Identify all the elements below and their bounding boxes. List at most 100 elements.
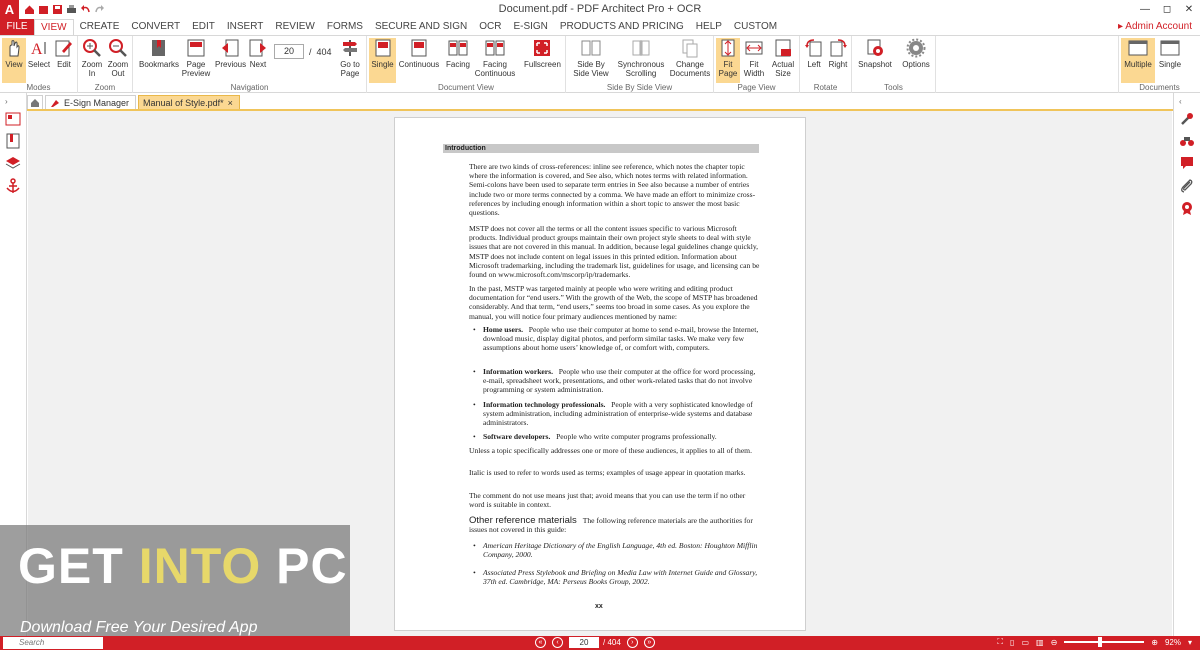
change-documents-button[interactable]: Change Documents	[669, 38, 711, 78]
zoom-in-small-icon[interactable]: ⊕	[1151, 638, 1158, 647]
group-documents: Multiple Single Documents	[1118, 36, 1200, 93]
zoom-out-button[interactable]: Zoom Out	[106, 38, 130, 78]
bookmarks-panel-icon[interactable]	[5, 133, 21, 149]
last-page-icon[interactable]: »	[643, 637, 655, 648]
single-page-button[interactable]: Single	[369, 38, 396, 83]
minimize-button[interactable]: —	[1134, 0, 1156, 19]
group-page-view: Fit Page Fit Width Actual Size Page View	[714, 36, 800, 93]
actual-size-icon	[775, 39, 791, 57]
comment-icon[interactable]	[1179, 155, 1195, 171]
multiple-documents-button[interactable]: Multiple	[1121, 38, 1155, 83]
tab-e-sign[interactable]: E-SIGN	[507, 19, 553, 35]
camera-icon	[867, 39, 883, 56]
print-icon[interactable]	[66, 4, 77, 15]
zoom-out-small-icon[interactable]: ⊖	[1051, 638, 1058, 647]
tab-view[interactable]: VIEW	[34, 19, 74, 35]
tab-review[interactable]: REVIEW	[269, 19, 320, 35]
status-page-total: / 404	[603, 638, 621, 647]
zoom-in-button[interactable]: Zoom In	[80, 38, 104, 78]
facing-continuous-button[interactable]: Facing Continuous	[474, 38, 516, 78]
anchor-icon[interactable]	[5, 178, 21, 194]
expand-right-icon[interactable]: ‹	[1179, 97, 1195, 106]
tab-file[interactable]: FILE	[0, 19, 34, 35]
page-number-input[interactable]: 20	[274, 44, 304, 59]
tab-insert[interactable]: INSERT	[221, 19, 270, 35]
bookmarks-button[interactable]: Bookmarks	[139, 38, 179, 69]
facing-button[interactable]: Facing	[443, 38, 473, 69]
synchronous-scrolling-button[interactable]: Synchronous Scrolling	[616, 38, 666, 78]
document-tabs: E-Sign Manager Manual of Style.pdf* ×	[27, 95, 1173, 111]
tools-wrench-icon[interactable]	[1179, 111, 1195, 127]
previous-button[interactable]: Previous	[215, 38, 246, 69]
prev-page-icon[interactable]: ‹	[552, 637, 563, 648]
tab-forms[interactable]: FORMS	[321, 19, 369, 35]
pdf-page[interactable]: Introduction There are two kinds of cros…	[394, 117, 806, 631]
tab-e-sign-manager[interactable]: E-Sign Manager	[45, 95, 137, 109]
open-icon[interactable]	[38, 4, 49, 15]
facing-small-icon[interactable]: ▥	[1036, 638, 1044, 647]
search-input[interactable]: Search	[3, 637, 103, 649]
next-page-icon[interactable]: ›	[626, 637, 638, 648]
status-page-input[interactable]: 20	[569, 637, 599, 648]
fit-width-button[interactable]: Fit Width	[742, 38, 766, 78]
zoom-slider[interactable]	[1064, 637, 1145, 647]
tab-label: Manual of Style.pdf*	[143, 97, 224, 108]
tab-help[interactable]: HELP	[690, 19, 728, 35]
next-button[interactable]: Next	[246, 38, 270, 69]
zoom-level[interactable]: 92%	[1165, 638, 1181, 647]
options-button[interactable]: Options	[900, 38, 932, 69]
tab-convert[interactable]: CONVERT	[125, 19, 186, 35]
undo-icon[interactable]	[80, 4, 91, 15]
fullscreen-icon	[534, 40, 550, 56]
rotate-left-button[interactable]: Left	[802, 38, 826, 69]
tab-secure-and-sign[interactable]: SECURE AND SIGN	[369, 19, 473, 35]
tab-create[interactable]: CREATE	[74, 19, 126, 35]
tab-custom[interactable]: CUSTOM	[728, 19, 783, 35]
close-button[interactable]: ✕	[1178, 0, 1200, 19]
tab-manual-of-style[interactable]: Manual of Style.pdf* ×	[138, 95, 240, 109]
view-mode-button[interactable]: View	[2, 38, 26, 83]
select-mode-button[interactable]: A Select	[27, 38, 51, 69]
page-preview-button[interactable]: Page Preview	[181, 38, 211, 78]
save-icon[interactable]	[52, 4, 63, 15]
home-tab[interactable]	[27, 95, 43, 109]
fullscreen-button[interactable]: Fullscreen	[524, 38, 561, 69]
fullscreen-small-icon[interactable]: ⛶	[997, 637, 1003, 647]
fit-page-small-icon[interactable]: ▯	[1010, 638, 1014, 647]
expand-left-icon[interactable]: ›	[5, 97, 21, 106]
group-label: Modes	[26, 83, 51, 92]
first-page-icon[interactable]: «	[535, 637, 546, 648]
tab-products-and-pricing[interactable]: PRODUCTS AND PRICING	[554, 19, 690, 35]
single-page-small-icon[interactable]: ▭	[1021, 638, 1029, 647]
actual-size-button[interactable]: Actual Size	[769, 38, 797, 78]
restore-button[interactable]: ◻	[1156, 0, 1178, 19]
page-navigator: 20 / 404	[274, 44, 332, 59]
edit-mode-button[interactable]: Edit	[52, 38, 76, 69]
thumbnails-icon[interactable]	[5, 111, 21, 127]
home-icon[interactable]	[24, 4, 35, 15]
single-document-button[interactable]: Single	[1157, 38, 1183, 69]
tab-ocr[interactable]: OCR	[473, 19, 507, 35]
continuous-button[interactable]: Continuous	[398, 38, 440, 69]
zoom-slider-knob[interactable]	[1098, 637, 1103, 647]
rotate-right-button[interactable]: Right	[826, 38, 850, 69]
group-rotate: Left Right Rotate	[800, 36, 852, 93]
app-logo-icon[interactable]: A	[0, 0, 19, 19]
watermark-overlay: GET INTO PC Download Free Your Desired A…	[0, 525, 350, 636]
fit-page-button[interactable]: Fit Page	[716, 38, 740, 83]
zoom-dropdown-icon[interactable]: ▾	[1188, 638, 1192, 647]
side-by-side-button[interactable]: Side By Side View	[570, 38, 612, 78]
attachment-icon[interactable]	[1179, 178, 1195, 194]
close-tab-icon[interactable]: ×	[228, 96, 233, 110]
admin-account-link[interactable]: ▸ Admin Account	[1118, 19, 1192, 35]
tab-edit[interactable]: EDIT	[186, 19, 221, 35]
go-to-page-button[interactable]: Go to Page	[337, 38, 363, 78]
gear-icon	[906, 38, 926, 58]
find-icon[interactable]	[1179, 133, 1195, 149]
snapshot-button[interactable]: Snapshot	[856, 38, 894, 69]
certificate-icon[interactable]	[1179, 200, 1195, 216]
status-right-tools: ⛶ ▯ ▭ ▥ ⊖ ⊕ 92% ▾	[997, 637, 1192, 647]
redo-icon[interactable]	[94, 4, 105, 15]
layers-icon[interactable]	[5, 155, 21, 171]
list-item: Information technology professionals. Pe…	[473, 400, 759, 428]
